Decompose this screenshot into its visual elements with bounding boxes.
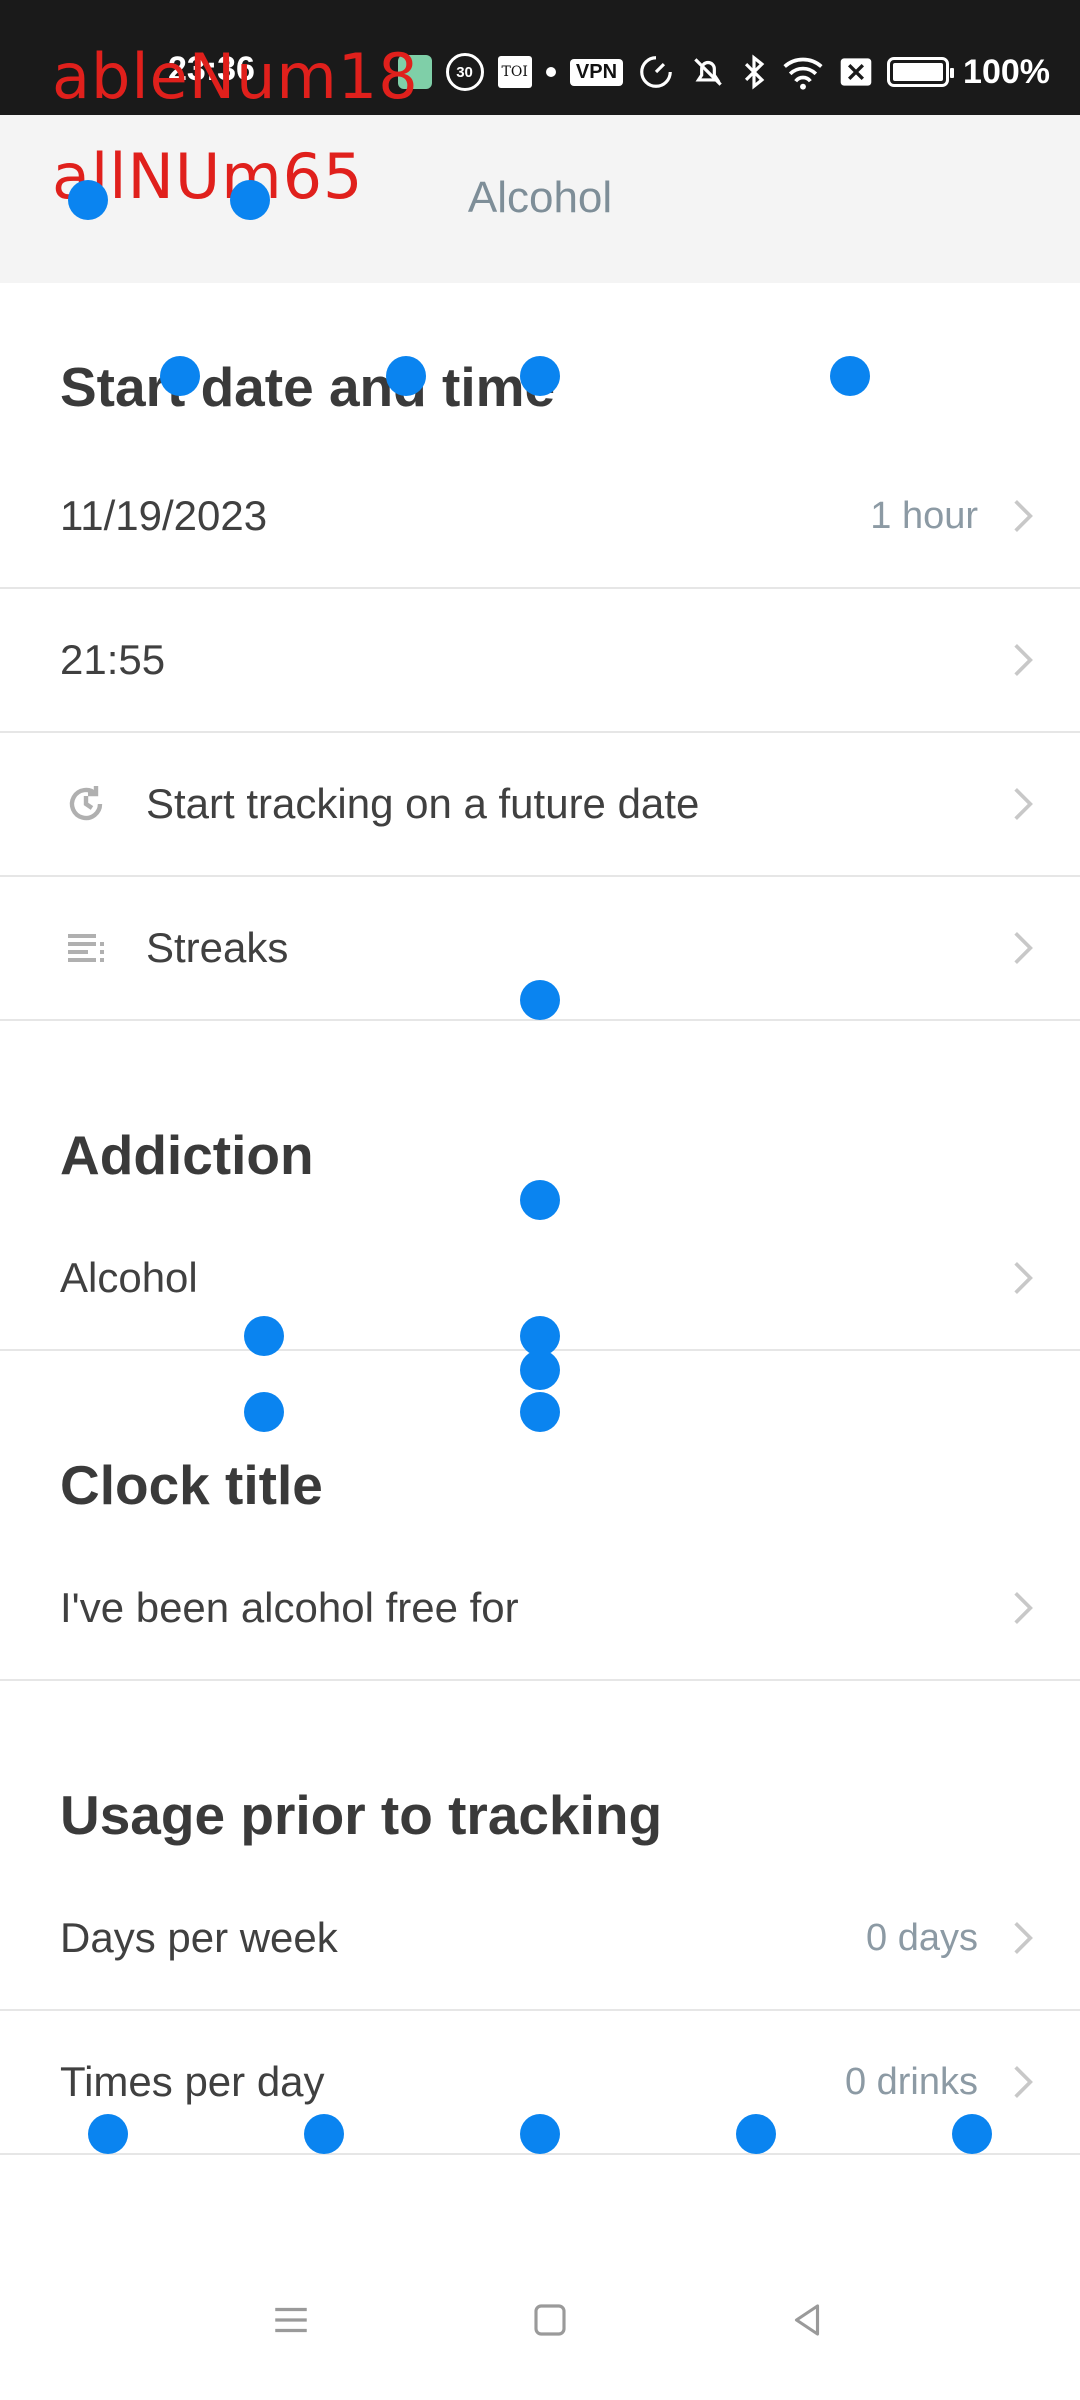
sim-off-icon <box>839 55 873 89</box>
touch-dot <box>520 1350 560 1390</box>
times-per-day-value: 0 drinks <box>844 2060 978 2103</box>
chevron-right-icon <box>1008 496 1038 536</box>
start-date-row[interactable]: 11/19/2023 1 hour <box>0 445 1080 589</box>
times-per-day-label: Times per day <box>60 2058 325 2105</box>
chevron-right-icon <box>1008 1588 1038 1628</box>
chevron-right-icon <box>1008 640 1038 680</box>
chevron-right-icon <box>1008 784 1038 824</box>
touch-dot <box>88 2114 128 2154</box>
history-clock-icon <box>60 778 112 830</box>
touch-dot <box>160 356 200 396</box>
bluetooth-icon <box>741 53 767 91</box>
mute-icon <box>689 53 727 91</box>
toi-notification-icon: TOI <box>497 56 532 88</box>
touch-dot <box>736 2114 776 2154</box>
streaks-label: Streaks <box>146 924 289 971</box>
status-icons: 30 TOI VPN 100% <box>397 50 1050 94</box>
speed-limit-icon: 30 <box>445 53 484 91</box>
battery-icon <box>887 57 955 87</box>
back-icon[interactable] <box>777 2290 837 2350</box>
overlay-label-1: ableNum18 <box>52 40 419 113</box>
touch-dot <box>952 2114 992 2154</box>
touch-dot <box>520 1180 560 1220</box>
touch-dot <box>244 1392 284 1432</box>
touch-dot <box>230 180 270 220</box>
battery-fill <box>893 63 944 81</box>
touch-dot <box>68 180 108 220</box>
clock-title-row[interactable]: I've been alcohol free for <box>0 1537 1080 1681</box>
addiction-value: Alcohol <box>60 1254 198 1301</box>
battery-percent: 100% <box>963 52 1050 91</box>
touch-dot <box>830 356 870 396</box>
chevron-right-icon <box>1008 928 1038 968</box>
touch-dot <box>520 356 560 396</box>
vpn-icon: VPN <box>569 58 624 86</box>
touch-dot <box>520 1392 560 1432</box>
home-icon[interactable] <box>520 2290 580 2350</box>
start-date-label: 11/19/2023 <box>60 492 268 539</box>
start-time-row[interactable]: 21:55 <box>0 589 1080 733</box>
clock-title-value: I've been alcohol free for <box>60 1584 519 1631</box>
data-saver-icon <box>637 53 675 91</box>
chevron-right-icon <box>1008 1918 1038 1958</box>
touch-dot <box>520 980 560 1020</box>
touch-dot <box>386 356 426 396</box>
days-per-week-label: Days per week <box>60 1914 338 1961</box>
list-lines-icon <box>60 922 112 974</box>
touch-dot <box>520 2114 560 2154</box>
menu-icon[interactable] <box>261 2290 321 2350</box>
start-date-duration: 1 hour <box>870 494 978 537</box>
days-per-week-row[interactable]: Days per week 0 days <box>0 1867 1080 2011</box>
section-title-usage: Usage prior to tracking <box>60 1784 663 1846</box>
chevron-right-icon <box>1008 1258 1038 1298</box>
days-per-week-value: 0 days <box>866 1916 978 1959</box>
touch-dot <box>304 2114 344 2154</box>
future-date-row[interactable]: Start tracking on a future date <box>0 733 1080 877</box>
system-nav-bar <box>0 2240 1080 2400</box>
more-notifications-dot-icon <box>545 67 556 77</box>
future-date-label: Start tracking on a future date <box>146 780 700 827</box>
touch-dot <box>244 1316 284 1356</box>
chevron-right-icon <box>1008 2062 1038 2102</box>
wifi-icon <box>781 53 825 91</box>
start-time-label: 21:55 <box>60 636 166 683</box>
